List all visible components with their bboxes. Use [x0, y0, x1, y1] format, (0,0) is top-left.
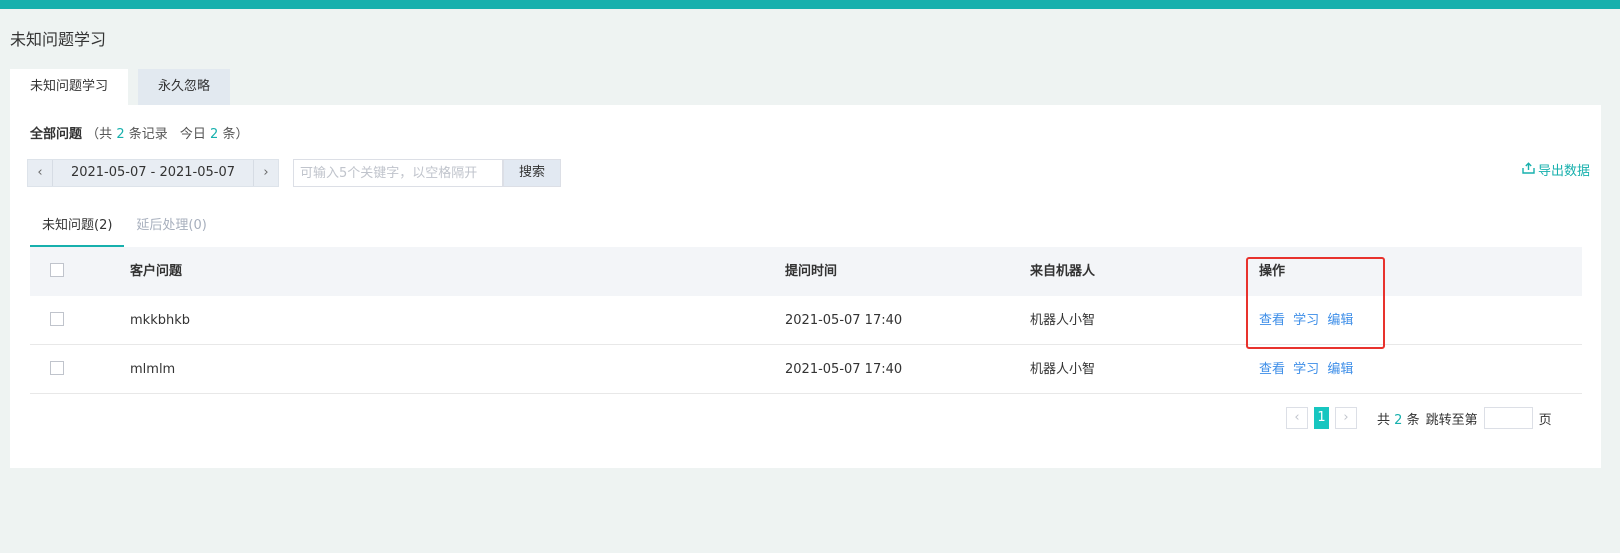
subtab-deferred[interactable]: 延后处理(0): [124, 209, 218, 247]
select-all-checkbox[interactable]: [50, 263, 64, 277]
subtab-unknown[interactable]: 未知问题(2): [30, 209, 125, 247]
date-next-button[interactable]: ›: [254, 160, 278, 186]
summary-today-label: 今日: [179, 127, 206, 142]
summary-today: 2: [210, 127, 219, 142]
header-bot: 来自机器人: [1030, 264, 1096, 279]
page-next-button[interactable]: ›: [1335, 407, 1357, 429]
row-checkbox[interactable]: [50, 361, 64, 375]
summary-today-unit: 条）: [222, 127, 249, 142]
export-icon: [1522, 161, 1535, 178]
export-button[interactable]: 导出数据: [1522, 160, 1590, 179]
date-range-value[interactable]: 2021-05-07 - 2021-05-07: [52, 160, 254, 186]
view-link[interactable]: 查看: [1259, 362, 1285, 377]
row-time: 2021-05-07 17:40: [785, 362, 903, 377]
table-row: mkkbhkb 2021-05-07 17:40 机器人小智 查看 学习 编辑: [30, 296, 1582, 345]
pagination: ‹ 1 › 共 2 条 跳转至第 页: [1286, 407, 1552, 429]
page-total-unit: 条: [1406, 412, 1420, 428]
search-input[interactable]: [293, 159, 503, 187]
view-link[interactable]: 查看: [1259, 313, 1285, 328]
page-total-prefix: 共: [1377, 412, 1391, 428]
edit-link[interactable]: 编辑: [1327, 313, 1353, 328]
page-prev-button[interactable]: ‹: [1286, 407, 1308, 429]
row-bot: 机器人小智: [1030, 313, 1096, 328]
page-jump-label: 跳转至第: [1425, 412, 1478, 428]
page-total-count: 2: [1394, 412, 1403, 428]
page-jump-input[interactable]: [1483, 407, 1533, 429]
table-row: mlmlm 2021-05-07 17:40 机器人小智 查看 学习 编辑: [30, 345, 1582, 394]
date-prev-button[interactable]: ‹: [28, 160, 52, 186]
content-card: 全部问题 （共 2 条记录 今日 2 条） ‹ 2021-05-07 - 202…: [10, 105, 1601, 468]
summary-total: 2: [116, 127, 125, 142]
row-actions: 查看 学习 编辑: [1259, 345, 1357, 394]
search-button[interactable]: 搜索: [503, 159, 561, 187]
row-bot: 机器人小智: [1030, 362, 1096, 377]
main-tabs: 未知问题学习 永久忽略: [10, 69, 231, 105]
summary-label: 全部问题: [30, 127, 83, 142]
page-total: 共 2 条: [1377, 409, 1420, 428]
summary-prefix: （共: [86, 127, 113, 142]
tab-unknown-questions[interactable]: 未知问题学习: [10, 69, 129, 105]
questions-table: 客户问题 提问时间 来自机器人 操作 mkkbhkb 2021-05-07 17…: [30, 247, 1582, 394]
export-label: 导出数据: [1538, 164, 1591, 179]
page-current[interactable]: 1: [1314, 407, 1329, 429]
edit-link[interactable]: 编辑: [1327, 362, 1353, 377]
header-ops: 操作: [1259, 264, 1286, 279]
header-question: 客户问题: [130, 264, 183, 279]
page-unit: 页: [1538, 412, 1552, 428]
tab-ignored[interactable]: 永久忽略: [138, 69, 231, 105]
row-question: mkkbhkb: [130, 313, 190, 328]
summary-total-unit: 条记录: [128, 127, 168, 142]
learn-link[interactable]: 学习: [1293, 313, 1319, 328]
page-title: 未知问题学习: [10, 30, 107, 49]
date-range-picker: ‹ 2021-05-07 - 2021-05-07 ›: [27, 159, 279, 187]
learn-link[interactable]: 学习: [1293, 362, 1319, 377]
row-time: 2021-05-07 17:40: [785, 313, 903, 328]
row-actions: 查看 学习 编辑: [1259, 296, 1357, 345]
sub-tabs: 未知问题(2) 延后处理(0): [30, 209, 219, 247]
top-accent-bar: [0, 0, 1620, 9]
row-checkbox[interactable]: [50, 312, 64, 326]
header-time: 提问时间: [785, 264, 838, 279]
table-header-row: 客户问题 提问时间 来自机器人 操作: [30, 247, 1582, 296]
row-question: mlmlm: [130, 362, 176, 377]
summary-line: 全部问题 （共 2 条记录 今日 2 条）: [30, 123, 248, 142]
